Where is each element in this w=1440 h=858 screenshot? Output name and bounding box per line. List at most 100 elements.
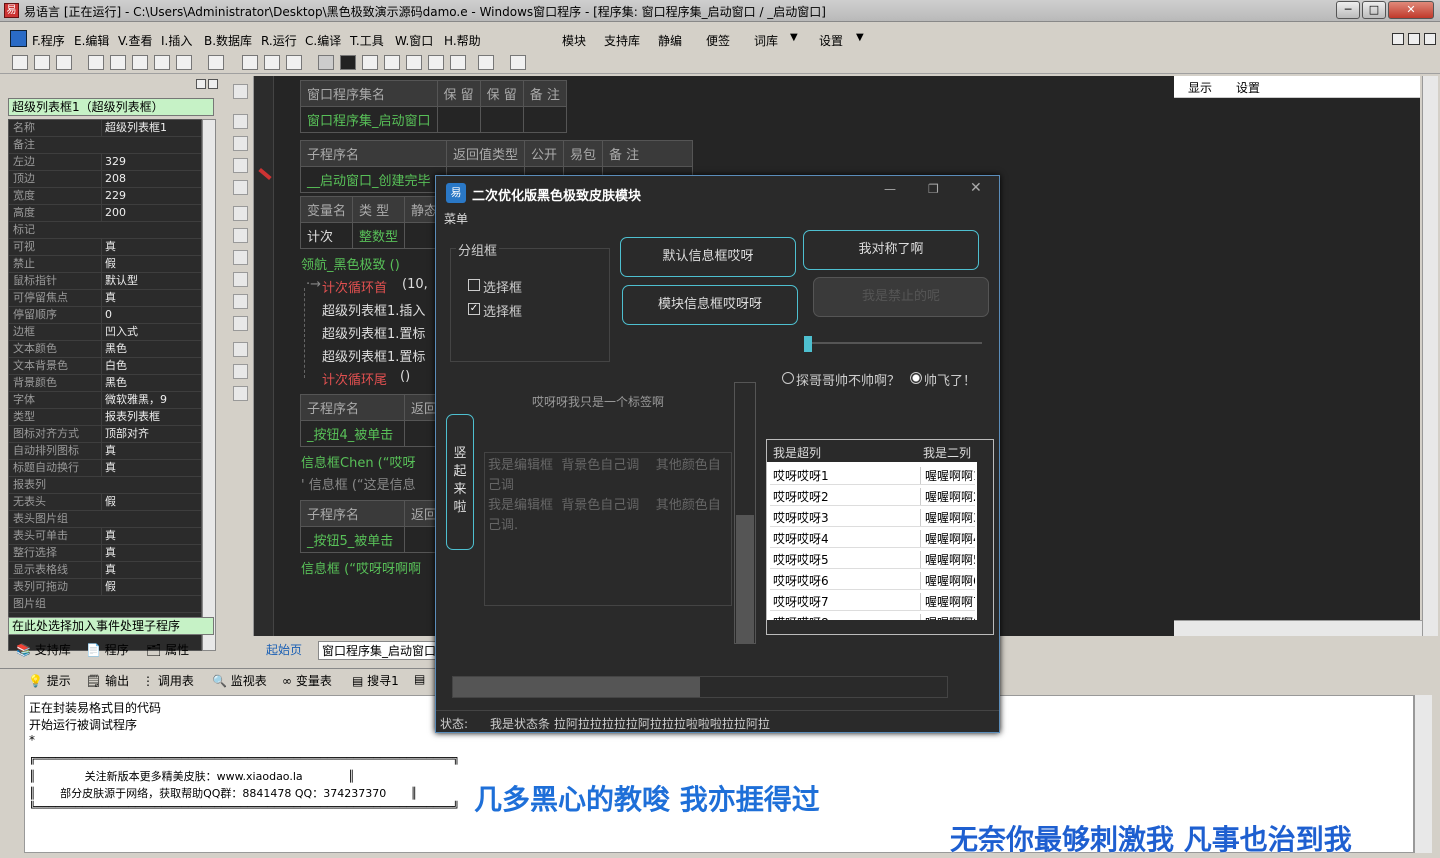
property-value[interactable]: 0 — [101, 307, 201, 323]
vertical-scrollbar-demo[interactable] — [734, 382, 756, 644]
reserved-1-value[interactable] — [436, 106, 481, 133]
menu-compile[interactable]: C.编译 — [305, 32, 341, 49]
reserved-2-value[interactable] — [479, 106, 524, 133]
panel-pin-icon[interactable] — [196, 79, 206, 89]
open-file-icon[interactable] — [34, 55, 50, 70]
event-select-combo[interactable]: 在此处选择加入事件处理子程序 — [8, 617, 214, 635]
radio-1[interactable] — [782, 372, 794, 384]
layout-2-icon[interactable] — [264, 55, 280, 70]
property-row[interactable]: 图片组 — [9, 596, 201, 613]
save-file-icon[interactable] — [56, 55, 72, 70]
disabled-button[interactable]: 我是禁止的呢 — [813, 277, 989, 317]
tool-9-icon[interactable] — [233, 272, 248, 287]
tab-display[interactable]: 显示 — [1188, 79, 1212, 96]
property-row[interactable]: 图标对齐方式 顶部对齐 — [9, 426, 201, 443]
property-value[interactable]: 默认型 — [101, 273, 201, 289]
var-type-value[interactable]: 整数型 — [352, 222, 406, 249]
menu-modules[interactable]: 模块 — [562, 32, 586, 49]
property-row[interactable]: 背景颜色 黑色 — [9, 375, 201, 392]
hand-icon[interactable] — [478, 55, 494, 70]
tool-14-icon[interactable] — [233, 386, 248, 401]
redo-icon[interactable] — [154, 55, 170, 70]
property-value[interactable]: 真 — [101, 443, 201, 459]
list-col-2-header[interactable]: 我是二列 — [923, 444, 971, 461]
property-value[interactable]: 208 — [101, 171, 201, 187]
property-value[interactable]: 顶部对齐 — [101, 426, 201, 442]
property-value[interactable]: 真 — [101, 460, 201, 476]
menu-program[interactable]: F.程序 — [32, 32, 65, 49]
radio-2[interactable] — [910, 372, 922, 384]
panel-close-icon[interactable] — [208, 79, 218, 89]
tab-hints[interactable]: 💡 提示 — [28, 672, 71, 689]
tab-variables[interactable]: ∞ 变量表 — [282, 672, 332, 689]
step-over-icon[interactable] — [406, 55, 422, 70]
menu-help[interactable]: H.帮助 — [444, 32, 481, 49]
property-row[interactable]: 文本背景色 白色 — [9, 358, 201, 375]
property-row[interactable]: 边框 凹入式 — [9, 324, 201, 341]
output-scrollbar[interactable] — [1414, 695, 1432, 853]
property-value[interactable]: 报表列表框 — [101, 409, 201, 425]
menu-support-lib[interactable]: 支持库 — [604, 32, 640, 49]
sub-name-value[interactable]: __启动窗口_创建完毕 — [300, 166, 447, 193]
menu-edit[interactable]: E.编辑 — [74, 32, 109, 49]
remark-value[interactable] — [522, 106, 567, 133]
tab-start-page[interactable]: 起始页 — [266, 641, 302, 658]
menu-static-compile[interactable]: 静编 — [658, 32, 682, 49]
loop-tail[interactable]: 计次循环尾 — [322, 369, 387, 388]
property-row[interactable]: 无表头 假 — [9, 494, 201, 511]
cut-icon[interactable] — [88, 55, 104, 70]
property-row[interactable]: 左边 329 — [9, 154, 201, 171]
property-row[interactable]: 自动排列图标 真 — [9, 443, 201, 460]
maximize-button[interactable]: □ — [1362, 1, 1386, 19]
default-msgbox-button[interactable]: 默认信息框哎呀 — [620, 237, 796, 277]
menu-notes[interactable]: 便签 — [706, 32, 730, 49]
close-button[interactable]: ✕ — [1388, 1, 1434, 19]
property-scrollbar[interactable] — [202, 119, 216, 651]
tool-12-icon[interactable] — [233, 342, 248, 357]
property-value[interactable]: 200 — [101, 205, 201, 221]
tool-7-icon[interactable] — [233, 228, 248, 243]
mdi-restore-icon[interactable] — [1408, 33, 1420, 45]
menu-settings[interactable]: 设置 — [819, 32, 843, 49]
property-value[interactable]: 真 — [101, 545, 201, 561]
radio-1-label[interactable]: 探哥哥帅不帅啊？ — [796, 370, 900, 389]
var-name-value[interactable]: 计次 — [299, 222, 354, 249]
loop-body-2[interactable]: 超级列表框1.置标 — [322, 323, 425, 342]
tool-8-icon[interactable] — [233, 250, 248, 265]
loop-tail-args[interactable]: () — [400, 369, 410, 384]
binoculars-icon[interactable] — [510, 55, 526, 70]
code-line-4[interactable]: 信息框 (“哎呀呀啊啊 — [301, 558, 421, 577]
tab-search-2[interactable]: ▤ — [414, 672, 425, 686]
checkbox-1-label[interactable]: 选择框 — [483, 277, 522, 296]
loop-body-1[interactable]: 超级列表框1.插入 — [322, 300, 425, 319]
property-value[interactable]: 微软雅黑，9 — [101, 392, 201, 408]
property-row[interactable]: 标题自动换行 真 — [9, 460, 201, 477]
property-row[interactable]: 停留顺序 0 — [9, 307, 201, 324]
loop-args[interactable]: (10, — [402, 277, 428, 292]
property-value[interactable]: 假 — [101, 579, 201, 595]
object-select-combo[interactable]: 超级列表框1（超级列表框） — [8, 98, 214, 116]
list-col-1-header[interactable]: 我是超列 — [773, 444, 821, 461]
menu-insert[interactable]: I.插入 — [161, 32, 192, 49]
property-row[interactable]: 表列可拖动 假 — [9, 579, 201, 596]
dialog-close-icon[interactable]: ✕ — [970, 180, 982, 196]
menu-run[interactable]: R.运行 — [261, 32, 297, 49]
property-value[interactable]: 229 — [101, 188, 201, 204]
code-line-3[interactable]: ' 信息框 (“这是信息 — [301, 474, 416, 493]
property-row[interactable]: 文本颜色 黑色 — [9, 341, 201, 358]
mdi-minimize-icon[interactable] — [1392, 33, 1404, 45]
symmetric-button[interactable]: 我对称了啊 — [803, 230, 979, 270]
slider-thumb[interactable] — [804, 336, 812, 352]
step-out-icon[interactable] — [428, 55, 444, 70]
list-item[interactable]: 哎呀哎呀4 喔喔啊啊4 — [770, 527, 975, 548]
checkbox-1[interactable] — [468, 279, 480, 291]
property-row[interactable]: 标记 — [9, 222, 201, 239]
list-item[interactable]: 哎呀哎呀5 喔喔啊啊5 — [770, 548, 975, 569]
copy-icon[interactable] — [110, 55, 126, 70]
property-value[interactable]: 329 — [101, 154, 201, 170]
property-row[interactable]: 可视 真 — [9, 239, 201, 256]
menu-dictionary[interactable]: 词库 — [754, 32, 778, 49]
run-icon[interactable] — [318, 55, 334, 70]
code-line-1[interactable]: 领航_黑色极致 () — [301, 254, 400, 273]
vertical-button[interactable]: 竖 起 来 啦 — [446, 414, 474, 550]
